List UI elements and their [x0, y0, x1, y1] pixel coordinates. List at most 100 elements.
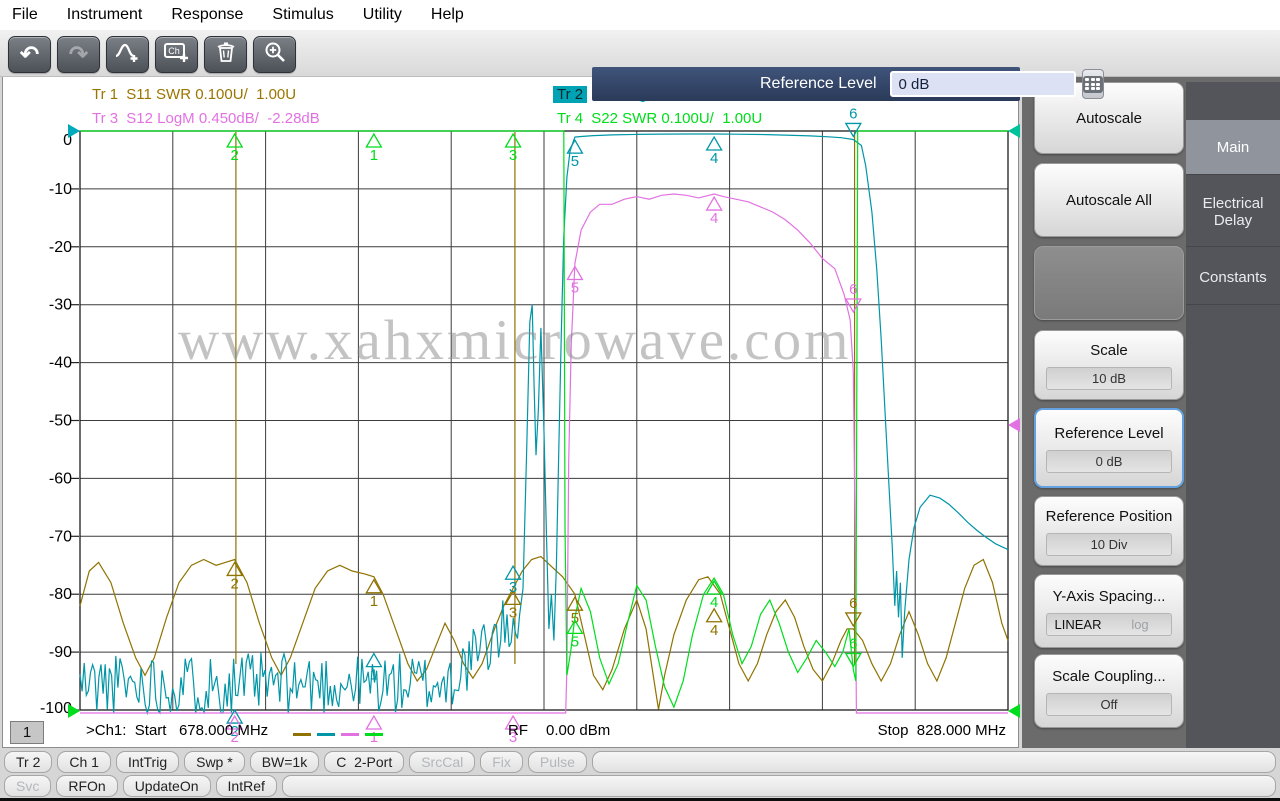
svg-text:-40: -40	[49, 355, 72, 372]
svg-text:-80: -80	[49, 586, 72, 603]
toolbar: Reference Level ↶↷Ch	[0, 30, 1280, 77]
status-intref[interactable]: IntRef	[216, 775, 277, 797]
svg-text:4: 4	[710, 210, 718, 227]
trace-id[interactable]: Tr 3	[88, 110, 122, 127]
button-label: Scale Coupling...	[1052, 667, 1165, 686]
trace-legend-dash	[365, 733, 383, 736]
status-bw-1k[interactable]: BW=1k	[250, 751, 320, 773]
svg-text:-70: -70	[49, 528, 72, 545]
status-updateon[interactable]: UpdateOn	[123, 775, 211, 797]
delete-icon	[214, 40, 238, 69]
button-label: Reference Position	[1046, 507, 1173, 526]
menu-bar: File Instrument Response Stimulus Utility Hel…	[0, 0, 1280, 30]
button-label: Scale	[1090, 341, 1128, 360]
svg-text:-50: -50	[49, 413, 72, 430]
trace-id[interactable]: Tr 4	[553, 110, 587, 127]
svg-text:6: 6	[849, 105, 857, 122]
trace-desc: S11 SWR 0.100U/ 1.00U	[126, 86, 296, 103]
svg-text:6: 6	[849, 281, 857, 298]
reference-level-label: Reference Level	[760, 75, 877, 93]
svg-text:-90: -90	[49, 644, 72, 661]
svg-text:6: 6	[849, 595, 857, 612]
status-rfon[interactable]: RFOn	[56, 775, 117, 797]
svg-text:-60: -60	[49, 470, 72, 487]
svg-text:4: 4	[710, 594, 718, 611]
svg-text:2: 2	[230, 147, 238, 164]
svg-text:5: 5	[571, 280, 579, 297]
trace-label-tr4[interactable]: Tr 4 S22 SWR 0.100U/ 1.00U	[553, 110, 762, 127]
axis-start-label: >Ch1: Start 678.000 MHz	[86, 722, 268, 739]
button-label: Y-Axis Spacing...	[1053, 587, 1166, 606]
button-label: Reference Level	[1054, 424, 1163, 443]
y-axis-spacing-button[interactable]: Y-Axis Spacing... LINEARlog	[1034, 574, 1184, 648]
status-fix[interactable]: Fix	[480, 751, 523, 773]
trace-label-tr1[interactable]: Tr 1 S11 SWR 0.100U/ 1.00U	[88, 86, 296, 103]
svg-text:6: 6	[849, 635, 857, 652]
autoscale-all-button[interactable]: Autoscale All	[1034, 163, 1184, 237]
status-bar-row2: SvcRFOn UpdateOnIntRef	[4, 775, 1276, 797]
svg-text:-10: -10	[49, 181, 72, 198]
button-value: 10 dB	[1046, 367, 1172, 390]
svg-text:1: 1	[370, 593, 378, 610]
trace-desc: S12 LogM 0.450dB/ -2.28dB	[126, 110, 319, 127]
svg-text:5: 5	[571, 153, 579, 170]
menu-item-stimulus[interactable]: Stimulus	[272, 6, 333, 24]
keypad-icon	[1083, 76, 1103, 93]
status-empty-segment	[592, 751, 1276, 773]
button-value: Off	[1046, 693, 1172, 716]
svg-text:1: 1	[370, 667, 378, 684]
status-srccal[interactable]: SrcCal	[409, 751, 475, 773]
trace-id[interactable]: Tr 2	[553, 86, 587, 103]
svg-text:3: 3	[509, 579, 517, 596]
menu-item-utility[interactable]: Utility	[363, 6, 402, 24]
svg-text:5: 5	[571, 633, 579, 650]
trace-id[interactable]: Tr 1	[88, 86, 122, 103]
axis-rf-label: RF	[508, 722, 528, 739]
add-trace-button[interactable]	[106, 36, 149, 73]
keypad-button[interactable]	[1082, 69, 1104, 99]
linear-log-toggle[interactable]: LINEARlog	[1046, 613, 1172, 636]
status-inttrig[interactable]: IntTrig	[116, 751, 179, 773]
status-tr-2[interactable]: Tr 2	[4, 751, 52, 773]
status-svc[interactable]: Svc	[4, 775, 51, 797]
delete-button[interactable]	[204, 36, 247, 73]
axis-rf-value: 0.00 dBm	[546, 722, 610, 739]
menu-item-instrument[interactable]: Instrument	[67, 6, 143, 24]
axis-stop-label: Stop 828.000 MHz	[845, 722, 1006, 739]
reference-position-button[interactable]: Reference Position10 Div	[1034, 496, 1184, 566]
undo-button[interactable]: ↶	[8, 36, 51, 73]
svg-text:3: 3	[509, 604, 517, 621]
status-swp-[interactable]: Swp *	[184, 751, 245, 773]
menu-item-help[interactable]: Help	[431, 6, 464, 24]
button-label: Autoscale All	[1066, 191, 1152, 210]
status-c-2-port[interactable]: C 2-Port	[324, 751, 404, 773]
redo-icon: ↷	[69, 43, 88, 67]
scale-panel: Scale ✕ MainElectrical DelayConstants Au…	[1022, 38, 1280, 748]
add-channel-icon: Ch	[163, 40, 191, 69]
reference-level-button[interactable]: Reference Level 0 dB	[1034, 408, 1184, 488]
reference-level-input[interactable]	[890, 71, 1076, 97]
trace-label-tr3[interactable]: Tr 3 S12 LogM 0.450dB/ -2.28dB	[88, 110, 320, 127]
svg-text:-20: -20	[49, 239, 72, 256]
button-label: Autoscale	[1076, 109, 1142, 128]
svg-text:1: 1	[370, 729, 378, 746]
menu-item-response[interactable]: Response	[171, 6, 243, 24]
add-channel-button[interactable]: Ch	[155, 36, 198, 73]
scale-coupling-button[interactable]: Scale Coupling... Off	[1034, 654, 1184, 728]
blank-button[interactable]	[1034, 246, 1184, 320]
zoom-in-button[interactable]	[253, 36, 296, 73]
status-empty-segment	[282, 775, 1276, 797]
status-pulse[interactable]: Pulse	[528, 751, 587, 773]
status-bar-row1: Tr 2Ch 1IntTrigSwp *BW=1kC 2-PortSrcCalF…	[4, 751, 1276, 773]
scale-button[interactable]: Scale 10 dB	[1034, 330, 1184, 400]
status-ch-1[interactable]: Ch 1	[57, 751, 111, 773]
trace-legend-dash	[341, 733, 359, 736]
svg-text:2: 2	[230, 575, 238, 592]
svg-text:3: 3	[509, 147, 517, 164]
trace-legend-dash	[317, 733, 335, 736]
button-value: 0 dB	[1046, 450, 1172, 473]
trace-legend-dash	[293, 733, 311, 736]
redo-button[interactable]: ↷	[57, 36, 100, 73]
svg-text:-30: -30	[49, 297, 72, 314]
menu-item-file[interactable]: File	[12, 6, 38, 24]
